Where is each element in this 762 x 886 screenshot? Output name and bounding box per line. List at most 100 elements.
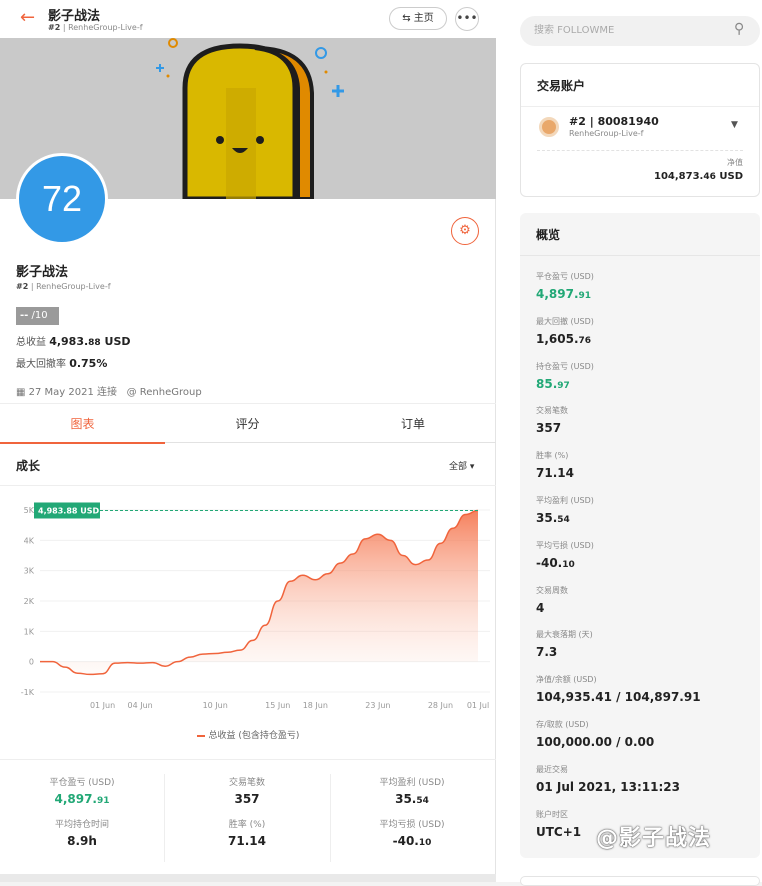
current-value-label: 4,983.88 USD — [38, 506, 100, 515]
stat-closed-pnl: 平仓盈亏 (USD) 4,897.91 — [0, 775, 164, 806]
divider — [520, 255, 760, 256]
header-server: RenheGroup-Live-f — [68, 23, 143, 32]
total-profit: 总收益 4,983.88 USD — [16, 333, 131, 348]
stat-trades: 交易笔数 357 — [165, 775, 329, 806]
stat-value: 357 — [234, 792, 260, 806]
x-tick-label: 01 Jun — [90, 701, 115, 710]
overview-item-label: 最大回撤 (USD) — [536, 316, 594, 326]
stat-main: 35. — [395, 792, 417, 806]
stat-avg-loss: 平均亏损 (USD) -40.10 — [330, 817, 494, 848]
next-card — [520, 876, 760, 886]
overview-title: 概览 — [536, 228, 561, 242]
overview-value-main: 1,605. — [536, 331, 579, 346]
overview-item-value: 4,897.91 — [536, 287, 594, 301]
overview-item-value: 7.3 — [536, 645, 593, 659]
overview-item-label: 交易笔数 — [536, 406, 568, 416]
chart-filter-dropdown[interactable]: 全部 ▾ — [449, 459, 474, 472]
profile-account: #2 | RenheGroup-Live-f — [16, 282, 111, 291]
top-bar: ← 影子战法 #2 | RenheGroup-Live-f ⇆ 主页 ••• — [0, 0, 496, 38]
left-panel: ← 影子战法 #2 | RenheGroup-Live-f ⇆ 主页 ••• 7… — [0, 0, 496, 882]
x-tick-label: 15 Jun — [265, 701, 290, 710]
overview-value-main: 7.3 — [536, 645, 558, 660]
overview-item-value: -40.10 — [536, 556, 594, 570]
total-profit-label: 总收益 — [16, 337, 46, 348]
overview-item-label: 持仓盈亏 (USD) — [536, 361, 594, 371]
stat-value: 8.9h — [67, 834, 97, 848]
x-tick-label: 04 Jun — [127, 701, 152, 710]
divider — [521, 106, 759, 107]
overview-value-dec: 97 — [557, 380, 570, 391]
y-tick-label: 1K — [24, 627, 35, 636]
overview-item-value: 71.14 — [536, 466, 574, 480]
overview-item-value: 35.54 — [536, 511, 594, 525]
avatar[interactable]: 72 — [16, 153, 108, 245]
overview-item-label: 最近交易 — [536, 764, 568, 774]
home-button[interactable]: ⇆ 主页 — [389, 7, 447, 30]
overview-value-main: UTC+1 — [536, 824, 582, 839]
gear-icon[interactable]: ⚙ — [451, 217, 479, 245]
overview-item: 平仓盈亏 (USD) 4,897.91 — [536, 271, 594, 301]
stat-value: 4,897.91 — [0, 792, 164, 806]
swap-icon: ⇆ — [402, 13, 411, 24]
arrow-left-icon[interactable]: ← — [20, 8, 35, 28]
overview-card: 概览 平仓盈亏 (USD) 4,897.91 最大回撤 (USD) 1,605.76 持… — [520, 213, 760, 858]
total-profit-dec: 88 — [88, 338, 101, 348]
growth-chart: 5K 4K 3K 2K 1K 0 -1K 4,983.88 USD 01 Jun 04 Jun 10… — [0, 485, 496, 755]
overview-item: 最近交易 01 Jul 2021, 13:11:23 — [536, 764, 680, 794]
total-profit-main: 4,983. — [49, 335, 89, 348]
score-max: /10 — [31, 310, 48, 321]
account-card-title: 交易账户 — [537, 79, 586, 93]
tab-orders[interactable]: 订单 — [330, 404, 496, 444]
overview-item-value: 100,000.00 / 0.00 — [536, 735, 654, 749]
overview-item-value: 104,935.41 / 104,897.91 — [536, 690, 701, 704]
max-drawdown-value: 0.75% — [69, 357, 108, 370]
stat-label: 交易笔数 — [228, 778, 265, 788]
y-tick-label: 0 — [29, 658, 34, 667]
overview-value-main: -40. — [536, 555, 563, 570]
net-value: 104,873.46 USD — [654, 171, 743, 182]
profile-name: 影子战法 — [16, 265, 69, 280]
search-input[interactable]: 搜索 FOLLOWME ⚲ — [520, 16, 760, 46]
y-tick-label: 3K — [24, 567, 35, 576]
broker-name: @ RenheGroup — [126, 387, 202, 398]
stat-label: 平均盈利 (USD) — [379, 778, 445, 788]
overview-item: 胜率 (%) 71.14 — [536, 450, 574, 480]
more-button[interactable]: ••• — [455, 7, 479, 31]
stat-win-rate: 胜率 (%) 71.14 — [165, 817, 329, 848]
header-rank: #2 — [48, 23, 61, 32]
legend-swatch — [196, 734, 205, 737]
stat-main: 4,897. — [54, 792, 97, 806]
home-button-label: 主页 — [413, 13, 434, 24]
score-badge: -- /10 — [16, 307, 59, 325]
search-icon[interactable]: ⚲ — [734, 21, 750, 37]
header-account: #2 | RenheGroup-Live-f — [48, 23, 143, 32]
overview-item: 最大回撤 (USD) 1,605.76 — [536, 316, 594, 346]
stat-avg-profit: 平均盈利 (USD) 35.54 — [330, 775, 494, 806]
y-tick-label: 2K — [24, 597, 35, 606]
tab-rating[interactable]: 评分 — [165, 404, 330, 444]
overview-item-label: 最大衰落期 (天) — [536, 630, 593, 640]
net-value-label: 净值 — [727, 158, 743, 167]
max-drawdown: 最大回撤率 0.75% — [16, 355, 107, 370]
chart-legend[interactable]: 总收益 (包含持仓盈亏) — [0, 728, 496, 741]
account-server: RenheGroup-Live-f — [569, 129, 644, 138]
overview-item: 交易周数 4 — [536, 585, 568, 615]
overview-item-label: 胜率 (%) — [536, 451, 569, 461]
account-rank: #2 — [569, 115, 586, 128]
overview-item: 账户时区 UTC+1 — [536, 809, 581, 839]
overview-value-dec: 10 — [562, 559, 575, 570]
overview-value-main: 01 Jul 2021, 13:11:23 — [536, 779, 681, 794]
account-id: 80081940 — [597, 115, 659, 128]
caret-down-icon: ▾ — [469, 462, 475, 472]
overview-item-value: 85.97 — [536, 377, 594, 391]
x-tick-label: 01 Jul — [467, 701, 489, 710]
overview-item-label: 净值/余额 (USD) — [536, 675, 597, 685]
tab-chart[interactable]: 图表 — [0, 404, 165, 444]
net-value-unit: USD — [719, 171, 743, 182]
series-area — [40, 510, 478, 675]
bottom-divider — [0, 874, 496, 882]
stat-main: -40. — [392, 834, 419, 848]
overview-item-value: 4 — [536, 601, 568, 615]
account-card: 交易账户 #2 | 80081940 RenheGroup-Live-f ▼ 净… — [520, 63, 760, 197]
chevron-down-icon[interactable]: ▼ — [731, 120, 738, 130]
